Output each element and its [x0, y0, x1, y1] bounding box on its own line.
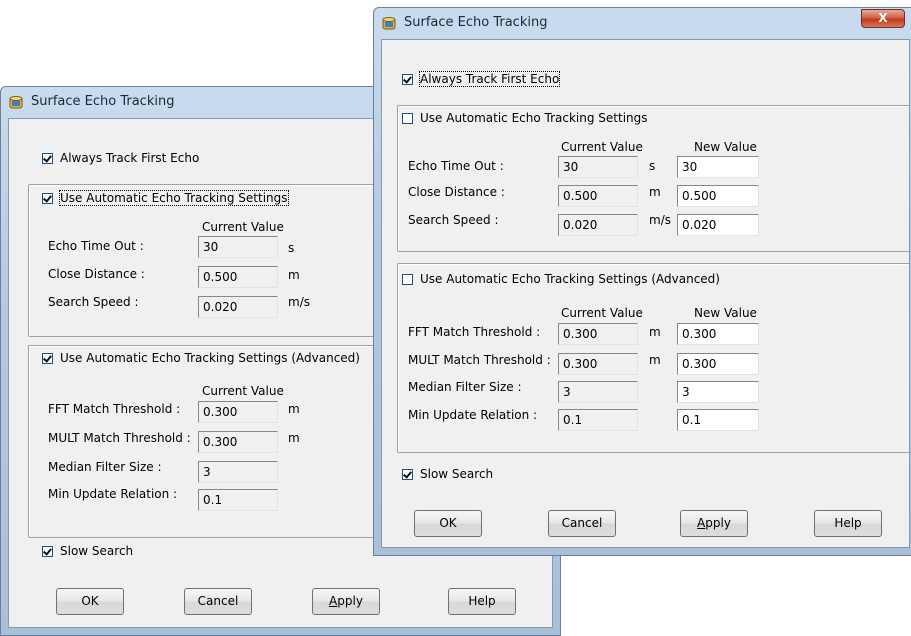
new-value-header-advanced: New Value	[694, 306, 757, 320]
use-advanced-settings-label[interactable]: Use Automatic Echo Tracking Settings (Ad…	[60, 351, 360, 365]
median-filter-size-current: 3	[198, 461, 278, 483]
always-track-first-echo-label[interactable]: Always Track First Echo	[60, 151, 199, 165]
close-distance-current: 0.500	[198, 266, 278, 288]
echo-time-out-new-input[interactable]: 30	[677, 156, 759, 178]
database-icon	[9, 96, 23, 109]
min-update-relation-current: 0.1	[558, 409, 638, 431]
search-speed-unit: m/s	[288, 295, 310, 309]
echo-time-out-unit: s	[288, 241, 295, 255]
search-speed-label: Search Speed :	[48, 295, 139, 309]
apply-label-rest: pply	[337, 594, 363, 608]
ok-button[interactable]: OK	[56, 588, 124, 615]
auto-settings-group	[397, 105, 909, 252]
fft-match-threshold-current: 0.300	[558, 323, 638, 345]
mult-match-threshold-current: 0.300	[558, 353, 638, 375]
close-distance-new-input[interactable]: 0.500	[677, 185, 759, 207]
current-value-header: Current Value	[561, 140, 643, 154]
close-distance-current: 0.500	[558, 185, 638, 207]
search-speed-label: Search Speed :	[408, 213, 499, 227]
close-distance-label: Close Distance :	[48, 267, 145, 281]
close-icon[interactable]: X	[861, 9, 905, 28]
search-speed-current: 0.020	[558, 214, 638, 236]
use-advanced-settings-checkbox[interactable]	[402, 274, 413, 285]
mult-match-threshold-new-input[interactable]: 0.300	[677, 353, 759, 375]
mult-match-threshold-current: 0.300	[198, 431, 278, 453]
current-value-header: Current Value	[202, 220, 284, 234]
min-update-relation-label: Min Update Relation :	[408, 408, 538, 422]
front-dialog-title: Surface Echo Tracking	[404, 15, 548, 30]
apply-button[interactable]: Apply	[680, 510, 748, 537]
close-distance-unit: m	[288, 268, 300, 282]
slow-search-label[interactable]: Slow Search	[60, 544, 133, 558]
always-track-first-echo-checkbox[interactable]	[42, 153, 53, 164]
always-track-first-echo-checkbox[interactable]	[402, 74, 413, 85]
help-button[interactable]: Help	[814, 510, 882, 537]
close-distance-label: Close Distance :	[408, 185, 505, 199]
echo-time-out-label: Echo Time Out :	[408, 159, 504, 173]
min-update-relation-current: 0.1	[198, 489, 278, 511]
echo-time-out-current: 30	[198, 236, 278, 258]
median-filter-size-label: Median Filter Size :	[408, 380, 522, 394]
fft-match-threshold-label: FFT Match Threshold :	[408, 325, 541, 339]
use-auto-settings-label[interactable]: Use Automatic Echo Tracking Settings	[59, 190, 289, 206]
fft-match-threshold-label: FFT Match Threshold :	[48, 402, 181, 416]
back-dialog-title: Surface Echo Tracking	[31, 94, 175, 109]
echo-time-out-label: Echo Time Out :	[48, 239, 144, 253]
slow-search-checkbox[interactable]	[42, 546, 53, 557]
search-speed-unit: m/s	[649, 213, 671, 227]
front-dialog-client: Always Track First Echo Use Automatic Ec…	[381, 39, 910, 548]
close-distance-unit: m	[649, 185, 661, 199]
median-filter-size-new-input[interactable]: 3	[677, 381, 759, 403]
min-update-relation-label: Min Update Relation :	[48, 487, 178, 501]
mult-match-threshold-unit: m	[288, 431, 300, 445]
mult-match-threshold-unit: m	[649, 353, 661, 367]
use-advanced-settings-label[interactable]: Use Automatic Echo Tracking Settings (Ad…	[420, 272, 720, 286]
min-update-relation-new-input[interactable]: 0.1	[677, 409, 759, 431]
use-auto-settings-checkbox[interactable]	[42, 193, 53, 204]
ok-button[interactable]: OK	[414, 510, 482, 537]
apply-label-rest: pply	[705, 516, 731, 530]
mult-match-threshold-label: MULT Match Threshold :	[408, 353, 551, 367]
use-auto-settings-checkbox[interactable]	[402, 113, 413, 124]
current-value-header-advanced: Current Value	[202, 384, 284, 398]
fft-match-threshold-new-input[interactable]: 0.300	[677, 323, 759, 345]
search-speed-current: 0.020	[198, 296, 278, 318]
apply-button[interactable]: Apply	[312, 588, 380, 615]
median-filter-size-label: Median Filter Size :	[48, 460, 162, 474]
echo-time-out-unit: s	[649, 159, 656, 173]
median-filter-size-current: 3	[558, 381, 638, 403]
slow-search-checkbox[interactable]	[402, 469, 413, 480]
mult-match-threshold-label: MULT Match Threshold :	[48, 431, 191, 445]
cancel-button[interactable]: Cancel	[548, 510, 616, 537]
front-dialog-window: Surface Echo Tracking X Always Track Fir…	[373, 7, 911, 556]
current-value-header-advanced: Current Value	[561, 306, 643, 320]
use-advanced-settings-checkbox[interactable]	[42, 353, 53, 364]
fft-match-threshold-current: 0.300	[198, 401, 278, 423]
front-dialog-titlebar[interactable]: Surface Echo Tracking X	[374, 8, 911, 38]
fft-match-threshold-unit: m	[288, 402, 300, 416]
help-button[interactable]: Help	[448, 588, 516, 615]
echo-time-out-current: 30	[558, 156, 638, 178]
database-icon	[382, 17, 396, 30]
always-track-first-echo-label[interactable]: Always Track First Echo	[418, 71, 561, 87]
use-auto-settings-label[interactable]: Use Automatic Echo Tracking Settings	[420, 111, 648, 125]
search-speed-new-input[interactable]: 0.020	[677, 214, 759, 236]
slow-search-label[interactable]: Slow Search	[420, 467, 493, 481]
cancel-button[interactable]: Cancel	[184, 588, 252, 615]
fft-match-threshold-unit: m	[649, 325, 661, 339]
new-value-header: New Value	[694, 140, 757, 154]
